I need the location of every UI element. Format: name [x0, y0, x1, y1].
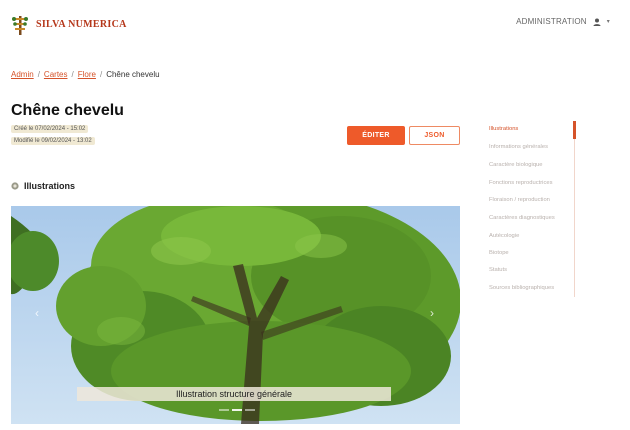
- carousel-caption: Illustration structure générale: [77, 387, 391, 401]
- user-icon: [593, 18, 601, 26]
- edit-button[interactable]: ÉDITER: [347, 126, 405, 145]
- sidenav-item-sources-bibliographiques[interactable]: Sources bibliographiques: [489, 285, 554, 291]
- breadcrumb-cartes[interactable]: Cartes: [44, 70, 68, 79]
- sidenav-item-caracteres-diagnostiques[interactable]: Caractères diagnostiques: [489, 215, 555, 221]
- tree-logo-icon: [12, 16, 28, 35]
- carousel-indicator[interactable]: [232, 409, 242, 411]
- sidenav-item-biotope[interactable]: Biotope: [489, 250, 509, 256]
- breadcrumb: Admin / Cartes / Flore / Chêne chevelu: [11, 70, 160, 79]
- section-sidenav: Illustrations Informations générales Car…: [484, 121, 576, 297]
- breadcrumb-admin[interactable]: Admin: [11, 70, 34, 79]
- sidenav-item-illustrations[interactable]: Illustrations: [489, 126, 518, 132]
- section-title: Illustrations: [24, 181, 76, 191]
- breadcrumb-flore[interactable]: Flore: [78, 70, 96, 79]
- admin-label: ADMINISTRATION: [516, 17, 587, 26]
- chevron-down-icon: ▾: [606, 19, 610, 25]
- breadcrumb-current: Chêne chevelu: [106, 70, 160, 79]
- carousel-indicators: [219, 409, 255, 411]
- sidenav-item-autecologie[interactable]: Autécologie: [489, 233, 519, 239]
- breadcrumb-separator: /: [99, 70, 103, 79]
- sidenav-item-floraison[interactable]: Floraison / reproduction: [489, 197, 550, 203]
- illustration-carousel[interactable]: ‹ › Illustration structure générale: [11, 206, 460, 424]
- carousel-next-icon[interactable]: ›: [430, 306, 434, 320]
- carousel-indicator[interactable]: [219, 409, 229, 411]
- modified-date: Modifié le 09/02/2024 - 13:02: [11, 137, 95, 145]
- section-heading-illustrations: Illustrations: [11, 181, 75, 191]
- carousel-indicator[interactable]: [245, 409, 255, 411]
- carousel-prev-icon[interactable]: ‹: [35, 306, 39, 320]
- brand[interactable]: SILVA NUMERICA: [10, 13, 127, 35]
- created-date: Créé le 07/02/2024 - 15:02: [11, 125, 89, 133]
- sidenav-item-statuts[interactable]: Statuts: [489, 267, 507, 273]
- sidenav-item-fonctions-reproductrices[interactable]: Fonctions reproductrices: [489, 180, 552, 186]
- json-button[interactable]: JSON: [409, 126, 460, 145]
- page-title: Chêne chevelu: [11, 102, 124, 119]
- sidenav-item-informations-generales[interactable]: Informations générales: [489, 144, 548, 150]
- admin-menu[interactable]: ADMINISTRATION ▾: [516, 17, 610, 26]
- sidenav-item-caractere-biologique[interactable]: Caractère biologique: [489, 162, 543, 168]
- brand-name: SILVA NUMERICA: [36, 18, 127, 30]
- breadcrumb-separator: /: [37, 70, 40, 79]
- breadcrumb-separator: /: [71, 70, 74, 79]
- top-navbar: SILVA NUMERICA ADMINISTRATION ▾: [0, 0, 630, 46]
- image-icon: [11, 182, 19, 190]
- sidenav-active-indicator: [573, 121, 576, 139]
